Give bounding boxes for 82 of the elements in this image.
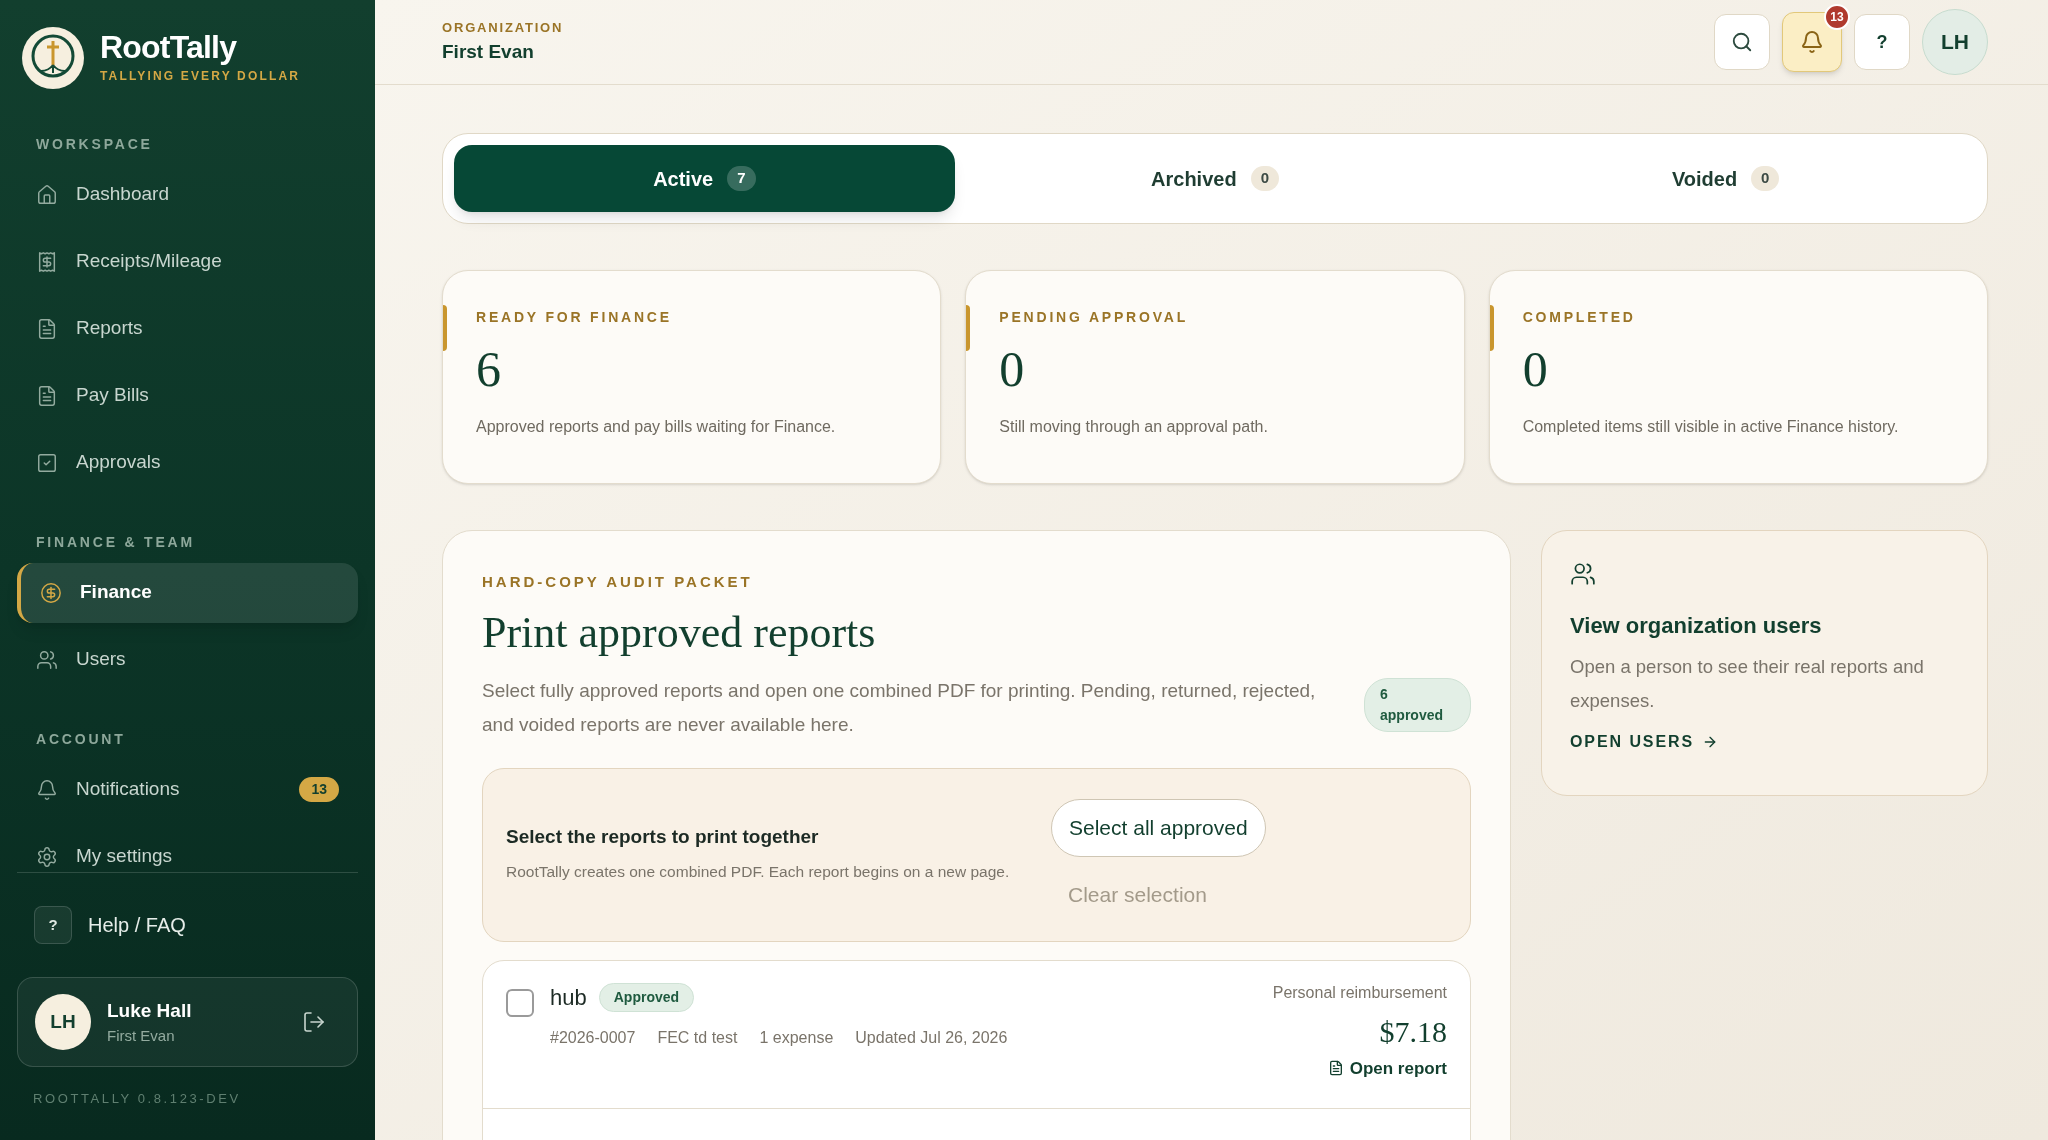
avatar-button[interactable]: LH (1922, 9, 1988, 75)
document-icon (1327, 1060, 1344, 1077)
nav-item[interactable]: Dashboard (17, 164, 358, 225)
bell-icon (36, 778, 58, 801)
stat-description: Completed items still visible in active Finance history. (1522, 416, 1900, 437)
stat-label: READY FOR FINANCE (476, 308, 673, 327)
user-org: First Evan (107, 1026, 176, 1046)
report-title: hub (550, 983, 587, 1012)
dollar-icon (40, 581, 62, 604)
open-report-link[interactable]: Open report (1327, 1055, 1447, 1081)
user-name: Luke Hall (107, 998, 193, 1023)
updated-date: Updated Jul 26, 2026 (855, 1027, 1008, 1048)
selection-title: Select the reports to print together (506, 825, 820, 850)
version-label: ROOTTALLY 0.8.123-DEV (32, 1090, 242, 1108)
help-button[interactable]: ? (1854, 14, 1910, 70)
status-tab[interactable]: Archived 0 (964, 145, 1466, 212)
panel-description: Select fully approved reports and open one combined PDF for printing. Pending, returned, rejected, and voided reports are never available here. (482, 678, 1317, 737)
report-checkbox[interactable] (506, 988, 534, 1017)
logout-icon[interactable] (302, 1010, 326, 1034)
logo-icon (22, 27, 84, 89)
document-icon (36, 317, 58, 340)
tab-count: 7 (727, 166, 756, 191)
organization-label: ORGANIZATION (442, 19, 564, 37)
receipt-icon (36, 250, 58, 273)
tab-count: 0 (1250, 166, 1279, 191)
report-type: Personal reimbursement (1272, 982, 1447, 1003)
accent-bar (966, 305, 971, 351)
status-tab[interactable]: Active 7 (454, 145, 955, 212)
stat-value: 6 (476, 340, 502, 399)
nav-item[interactable]: Approvals (17, 432, 358, 493)
checkbox-icon (36, 451, 58, 474)
notification-count: 13 (1824, 4, 1850, 30)
stat-description: Approved reports and pay bills waiting for Finance. (476, 416, 837, 437)
user-avatar: LH (35, 994, 91, 1050)
notifications-button[interactable] (1782, 12, 1842, 72)
section-heading: WORKSPACE (35, 135, 154, 154)
user-card[interactable]: LH Luke Hall First Evan (17, 977, 358, 1067)
organization-name: First Evan (442, 39, 535, 64)
section-eyebrow: HARD-COPY AUDIT PACKET (482, 572, 754, 592)
search-button[interactable] (1714, 14, 1770, 70)
brand-name: RootTally (100, 28, 238, 67)
house-icon (36, 183, 58, 206)
section-heading: ACCOUNT (35, 730, 127, 749)
nav-item[interactable]: Notifications 13 (17, 759, 358, 820)
search-icon (1731, 31, 1753, 53)
gear-icon (36, 845, 58, 868)
accent-bar (1489, 305, 1494, 351)
count-badge: 13 (299, 777, 339, 802)
selection-note: RootTally creates one combined PDF. Each report begins on a new page. (506, 861, 1011, 882)
stat-value: 0 (1522, 340, 1549, 399)
bell-icon (1800, 30, 1824, 54)
users-icon (1570, 561, 1596, 587)
help-link[interactable]: Help / FAQ (88, 910, 186, 940)
report-event: FEC td test (657, 1027, 738, 1048)
report-amount: $7.18 (1379, 1013, 1447, 1050)
expense-count: 1 expense (759, 1027, 834, 1048)
select-all-button[interactable]: Select all approved (1051, 798, 1266, 857)
open-users-link[interactable]: OPEN USERS (1570, 730, 1959, 754)
status-badge: Approved (598, 982, 695, 1012)
brand-tagline: TALLYING EVERY DOLLAR (100, 68, 301, 85)
users-icon (36, 648, 58, 671)
help-icon: ? (34, 906, 72, 944)
stat-value: 0 (999, 340, 1026, 399)
document-icon (36, 384, 58, 407)
stat-label: PENDING APPROVAL (999, 308, 1190, 327)
panel-title: Print approved reports (482, 606, 877, 659)
card-title: View organization users (1570, 612, 1823, 640)
accent-bar (443, 305, 447, 351)
nav-item[interactable]: Receipts/Mileage (17, 231, 358, 292)
tab-count: 0 (1751, 166, 1780, 191)
approved-count-badge: 6 approved (1364, 677, 1471, 732)
section-heading: FINANCE & TEAM (35, 533, 196, 552)
nav-item[interactable]: Users (17, 629, 358, 690)
nav-item[interactable]: My settings (17, 826, 358, 872)
nav-item[interactable]: Reports (17, 298, 358, 359)
card-description: Open a person to see their real reports and expenses. (1570, 655, 1925, 713)
status-tab[interactable]: Voided 0 (1475, 145, 1976, 212)
nav-item[interactable]: Pay Bills (17, 365, 358, 426)
nav-item[interactable]: Finance (17, 562, 358, 623)
stat-label: COMPLETED (1522, 308, 1637, 327)
stat-description: Still moving through an approval path. (999, 416, 1269, 437)
report-number: #2026-0007 (550, 1027, 636, 1048)
